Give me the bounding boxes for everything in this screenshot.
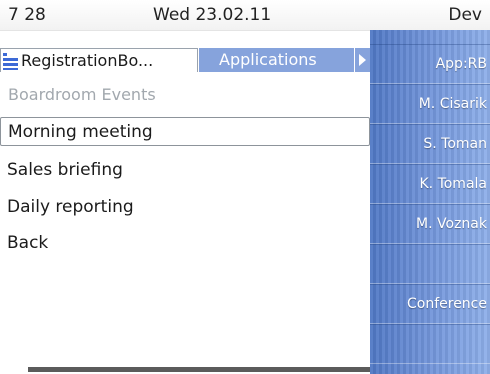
softkey-m-cisarik[interactable]: M. Cisarik — [370, 84, 490, 124]
tab-scroll-right-icon[interactable] — [355, 48, 370, 72]
softkey-k-tomala[interactable]: K. Tomala — [370, 164, 490, 204]
status-user: Dev — [448, 5, 482, 25]
tab-registration[interactable]: RegistrationBo... — [0, 48, 198, 72]
tab-applications-label: Applications — [219, 50, 317, 69]
horizontal-scrollbar[interactable] — [28, 367, 370, 372]
softkey-column: App:RB M. Cisarik S. Toman K. Tomala M. … — [370, 30, 490, 374]
softkey-label: M. Voznak — [416, 216, 487, 232]
phone-screen: 7 28 Wed 23.02.11 Dev RegistrationBo... … — [0, 0, 490, 374]
softkey-label: S. Toman — [423, 136, 487, 152]
softkey-label: Conference — [406, 296, 487, 312]
status-bar: 7 28 Wed 23.02.11 Dev — [0, 0, 490, 31]
list-item-morning-meeting[interactable]: Morning meeting — [0, 117, 370, 146]
list-item-daily-reporting[interactable]: Daily reporting — [0, 193, 370, 222]
softkey-s-toman[interactable]: S. Toman — [370, 124, 490, 164]
tab-registration-label: RegistrationBo... — [21, 51, 154, 70]
softkey-empty-2[interactable] — [370, 324, 490, 364]
status-time: 7 28 — [8, 5, 46, 25]
status-date: Wed 23.02.11 — [153, 5, 272, 25]
softkey-app-rb[interactable]: App:RB — [370, 44, 490, 84]
tab-applications[interactable]: Applications — [199, 48, 354, 72]
list-title: Boardroom Events — [8, 85, 156, 104]
softkey-empty-1[interactable] — [370, 244, 490, 284]
softkey-label: App:RB — [435, 56, 487, 72]
tab-bar: RegistrationBo... Applications — [0, 48, 374, 72]
softkey-conference[interactable]: Conference — [370, 284, 490, 324]
list-item-sales-briefing[interactable]: Sales briefing — [0, 156, 370, 185]
list-item-back[interactable]: Back — [0, 229, 370, 258]
softkey-label: M. Cisarik — [418, 96, 487, 112]
list-panel: Boardroom Events Morning meeting Sales b… — [0, 76, 370, 366]
softkey-m-voznak[interactable]: M. Voznak — [370, 204, 490, 244]
softkey-label: K. Tomala — [419, 176, 487, 192]
menu-list-icon — [3, 52, 18, 70]
